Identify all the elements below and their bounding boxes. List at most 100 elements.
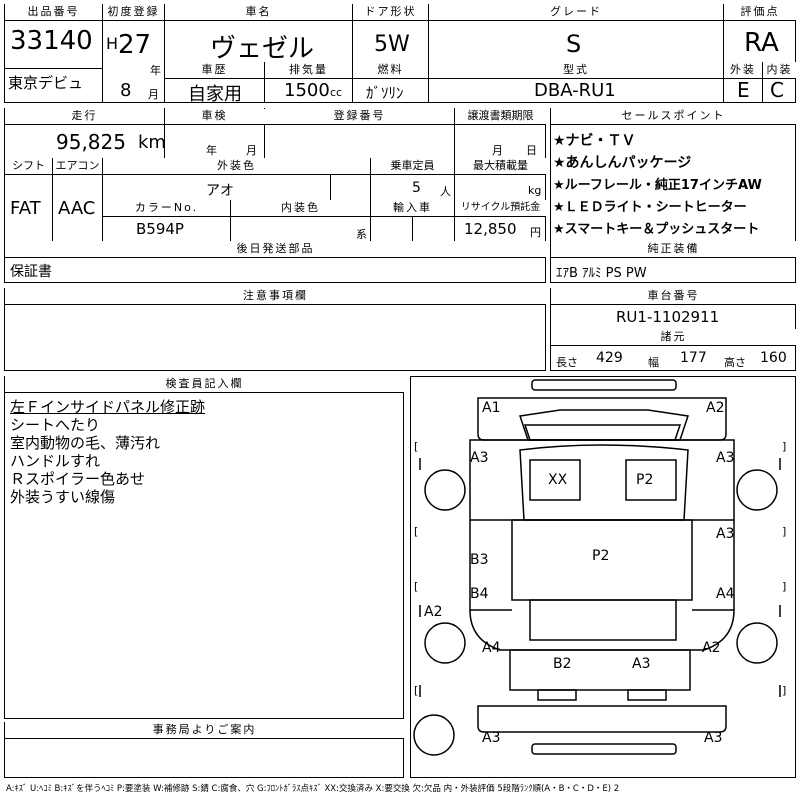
bracket-mark: [ [414, 525, 419, 538]
later-label: 後日発送部品 [5, 241, 546, 257]
lot-number: 33140 [10, 26, 93, 56]
bracket-mark: [ [414, 440, 419, 453]
sales-item: ★あんしんパッケージ [553, 155, 692, 171]
grade-value: S [566, 30, 582, 58]
height-value: 160 [760, 350, 787, 366]
seats-label: 乗車定員 [371, 158, 454, 174]
reg-era: H [106, 34, 119, 53]
damage-mark: B2 [553, 656, 572, 672]
inspect-year-unit: 年 [206, 144, 217, 157]
ext-value: E [737, 78, 750, 102]
history-label: 車歴 [165, 62, 264, 78]
damage-mark: A3 [716, 526, 735, 542]
damage-mark: A4 [716, 586, 735, 602]
load-label: 最大積載量 [455, 158, 546, 174]
height-label: 高さ [724, 356, 746, 369]
damage-mark: A3 [704, 730, 723, 746]
inspector-label: 検査員記入欄 [5, 376, 404, 392]
inspector-line: 外装うすい線傷 [10, 488, 116, 506]
sales-item: ★ルーフレール・純正17インチAW [553, 178, 762, 193]
door-type: 5W [374, 32, 410, 57]
mileage-label: 走行 [5, 108, 164, 124]
seats-value: 5 [412, 180, 421, 196]
width-value: 177 [680, 350, 707, 366]
chassis-value: RU1-1102911 [616, 308, 720, 326]
debut-label: 東京デビュ [8, 74, 84, 92]
transfer-day-unit: 日 [526, 144, 537, 157]
notes-label: 注意事項欄 [5, 288, 546, 304]
reg-year-unit: 年 [150, 64, 161, 77]
chassis-label: 車台番号 [551, 288, 796, 304]
disp-unit: cc [330, 86, 343, 99]
damage-mark: A3 [482, 730, 501, 746]
type-value: DBA-RU1 [534, 80, 616, 101]
intcolor-label: 内装色 [231, 200, 370, 216]
model-name: ヴェゼル [210, 34, 315, 64]
door-label: ドア形状 [353, 4, 428, 20]
damage-mark: P2 [592, 548, 610, 564]
bracket-mark: ] [782, 684, 787, 697]
damage-mark: B4 [470, 586, 489, 602]
color-label: 外装色 [103, 158, 370, 174]
inspect-label: 車検 [165, 108, 264, 124]
damage-mark: A2 [424, 604, 443, 620]
equip-label: 純正装備 [551, 241, 796, 257]
damage-mark: A3 [632, 656, 651, 672]
model-label: 車名 [165, 4, 352, 20]
int-value: C [770, 78, 784, 102]
later-value: 保証書 [10, 264, 52, 280]
score-value: RA [744, 28, 779, 58]
mileage-unit: km [138, 132, 166, 153]
recycle-label: リサイクル預託金 [455, 200, 546, 216]
dims-label: 諸元 [551, 329, 796, 345]
bracket-mark: ] [782, 525, 787, 538]
ac-value: AAC [58, 198, 96, 219]
shift-label: シフト [5, 158, 52, 174]
sales-item: ★ナビ・ＴＶ [553, 133, 636, 149]
colorno-label: カラーNo. [103, 200, 230, 216]
length-label: 長さ [556, 356, 578, 369]
length-value: 429 [596, 350, 623, 366]
bracket-mark: ] [782, 580, 787, 593]
damage-mark: B3 [470, 552, 489, 568]
ac-label: エアコン [53, 158, 102, 174]
colorno-value: B594P [136, 220, 184, 238]
fuel-label: 燃料 [353, 62, 428, 78]
recycle-unit: 円 [530, 226, 541, 239]
shift-value: FAT [10, 198, 41, 219]
recycle-value: 12,850 [464, 220, 517, 238]
damage-mark: A2 [702, 640, 721, 656]
reg-year: 27 [118, 30, 152, 60]
score-label: 評価点 [724, 4, 796, 20]
damage-mark: A2 [706, 400, 725, 416]
damage-diagram [410, 376, 796, 778]
reg-label: 初度登録 [103, 4, 164, 20]
load-unit: kg [528, 184, 542, 197]
sales-item: ★ＬＥＤライト・シートヒーター [553, 200, 747, 215]
lot-label: 出品番号 [5, 4, 102, 20]
damage-mark: P2 [636, 472, 654, 488]
reg-month: 8 [120, 80, 132, 101]
sales-label: セールスポイント [551, 108, 796, 124]
inspect-month-unit: 月 [246, 144, 257, 157]
type-label: 型式 [429, 62, 723, 78]
disp-value: 1500 [284, 80, 330, 101]
damage-mark: XX [548, 472, 568, 488]
ext-label: 外装 [724, 62, 762, 78]
mileage-value: 95,825 [56, 130, 126, 154]
int-label: 内装 [763, 62, 796, 78]
damage-mark: A1 [482, 400, 501, 416]
plate-label: 登録番号 [265, 108, 454, 124]
bracket-mark: [ [414, 684, 419, 697]
bracket-mark: [ [414, 580, 419, 593]
reg-month-unit: 月 [148, 88, 159, 101]
transfer-month-unit: 月 [492, 144, 503, 157]
legend: A:ｷｽﾞ U:ﾍｺﾐ B:ｷｽﾞを伴うﾍｺﾐ P:要塗装 W:補修跡 S:錆 … [6, 784, 620, 794]
history-value: 自家用 [188, 84, 242, 105]
seats-unit: 人 [440, 185, 451, 198]
damage-mark: A4 [482, 640, 501, 656]
equip-value: ｴｱB ｱﾙﾐ PS PW [556, 266, 647, 281]
color-value: アオ [206, 183, 234, 199]
transfer-label: 譲渡書類期限 [455, 108, 546, 124]
damage-mark: A3 [716, 450, 735, 466]
